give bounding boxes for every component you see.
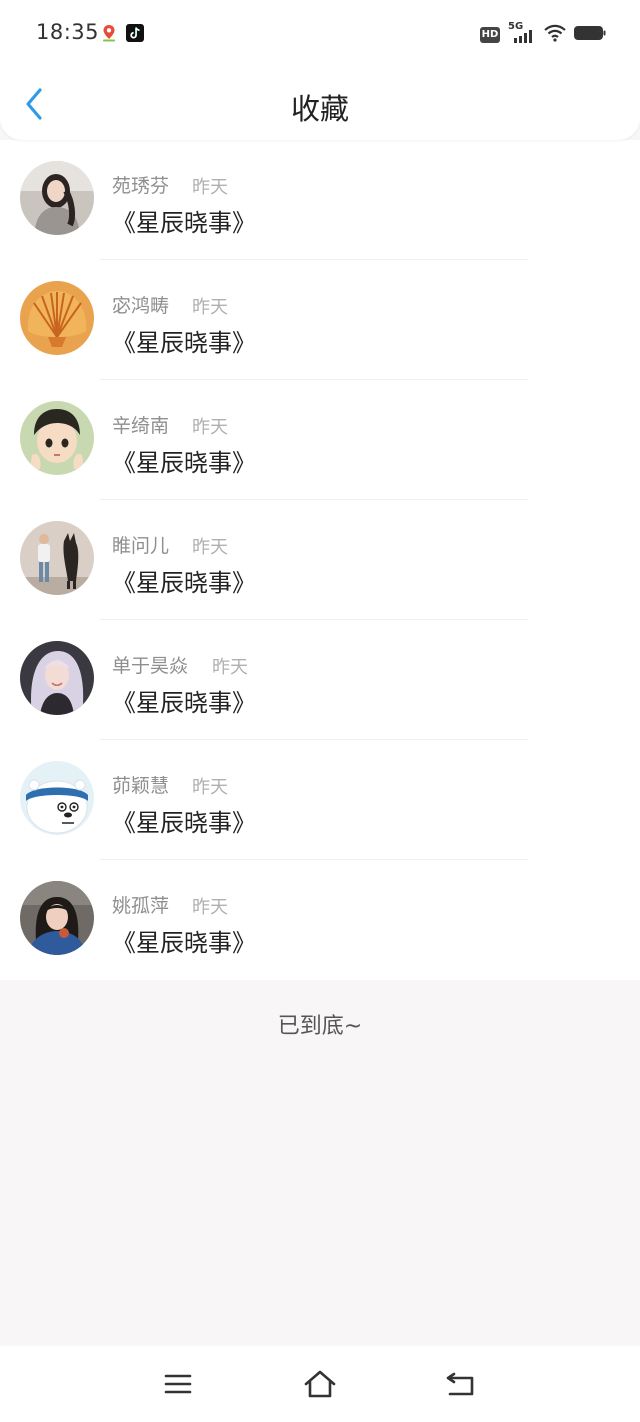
battery-icon xyxy=(574,24,606,46)
status-time: 18:35 xyxy=(36,20,100,44)
favorites-list: 苑琇芬 昨天 《星辰晓事》 宓鸿畴 昨天 《星辰晓事》 辛绮南 昨天 《星辰晓事… xyxy=(0,140,640,980)
item-time: 昨天 xyxy=(192,897,228,918)
avatar-person-dog[interactable] xyxy=(20,521,94,595)
page-header: 收藏 xyxy=(0,68,640,140)
system-nav-bar xyxy=(0,1346,640,1422)
item-user-name: 辛绮南 xyxy=(112,415,170,437)
avatar-cartoon-bear[interactable] xyxy=(20,761,94,835)
item-title[interactable]: 《星辰晓事》 xyxy=(112,563,256,598)
avatar-seashell[interactable] xyxy=(20,281,94,355)
item-time: 昨天 xyxy=(192,537,228,558)
list-item[interactable]: 茆颖慧 昨天 《星辰晓事》 xyxy=(0,740,640,860)
list-item[interactable]: 单于昊焱 昨天 《星辰晓事》 xyxy=(0,620,640,740)
wifi-icon xyxy=(544,24,566,46)
maps-app-icon xyxy=(100,24,118,42)
item-time: 昨天 xyxy=(192,177,228,198)
item-title[interactable]: 《星辰晓事》 xyxy=(112,923,256,958)
item-title[interactable]: 《星辰晓事》 xyxy=(112,203,256,238)
item-title[interactable]: 《星辰晓事》 xyxy=(112,323,256,358)
status-bar: 18:35 HD 5G xyxy=(0,0,640,68)
item-user-name: 茆颖慧 xyxy=(112,775,170,797)
item-time: 昨天 xyxy=(192,297,228,318)
item-user-name: 宓鸿畴 xyxy=(112,295,170,317)
avatar-girl-sweater[interactable] xyxy=(20,161,94,235)
list-item[interactable]: 苑琇芬 昨天 《星辰晓事》 xyxy=(0,140,640,260)
avatar-girl-dark-hair[interactable] xyxy=(20,881,94,955)
item-user-name: 苑琇芬 xyxy=(112,175,170,197)
list-item[interactable]: 姚孤萍 昨天 《星辰晓事》 xyxy=(0,860,640,980)
list-item[interactable]: 宓鸿畴 昨天 《星辰晓事》 xyxy=(0,260,640,380)
avatar-anime-boy[interactable] xyxy=(20,401,94,475)
signal-icon: 5G xyxy=(508,21,536,44)
menu-icon[interactable] xyxy=(160,1368,196,1400)
item-user-name: 姚孤萍 xyxy=(112,895,170,917)
tiktok-app-icon xyxy=(126,24,144,42)
list-item[interactable]: 辛绮南 昨天 《星辰晓事》 xyxy=(0,380,640,500)
home-icon[interactable] xyxy=(302,1368,338,1400)
item-time: 昨天 xyxy=(192,417,228,438)
item-time: 昨天 xyxy=(192,777,228,798)
item-user-name: 睢问儿 xyxy=(112,535,170,557)
page-title: 收藏 xyxy=(290,92,349,126)
item-title[interactable]: 《星辰晓事》 xyxy=(112,443,256,478)
item-title[interactable]: 《星辰晓事》 xyxy=(112,803,256,838)
list-end-text: 已到底~ xyxy=(277,1014,363,1039)
list-item[interactable]: 睢问儿 昨天 《星辰晓事》 xyxy=(0,500,640,620)
back-icon[interactable] xyxy=(444,1368,480,1400)
hd-icon: HD xyxy=(480,27,500,43)
avatar-silver-hair-girl[interactable] xyxy=(20,641,94,715)
item-time: 昨天 xyxy=(212,657,248,678)
item-title[interactable]: 《星辰晓事》 xyxy=(112,683,256,718)
item-user-name: 单于昊焱 xyxy=(112,655,189,677)
